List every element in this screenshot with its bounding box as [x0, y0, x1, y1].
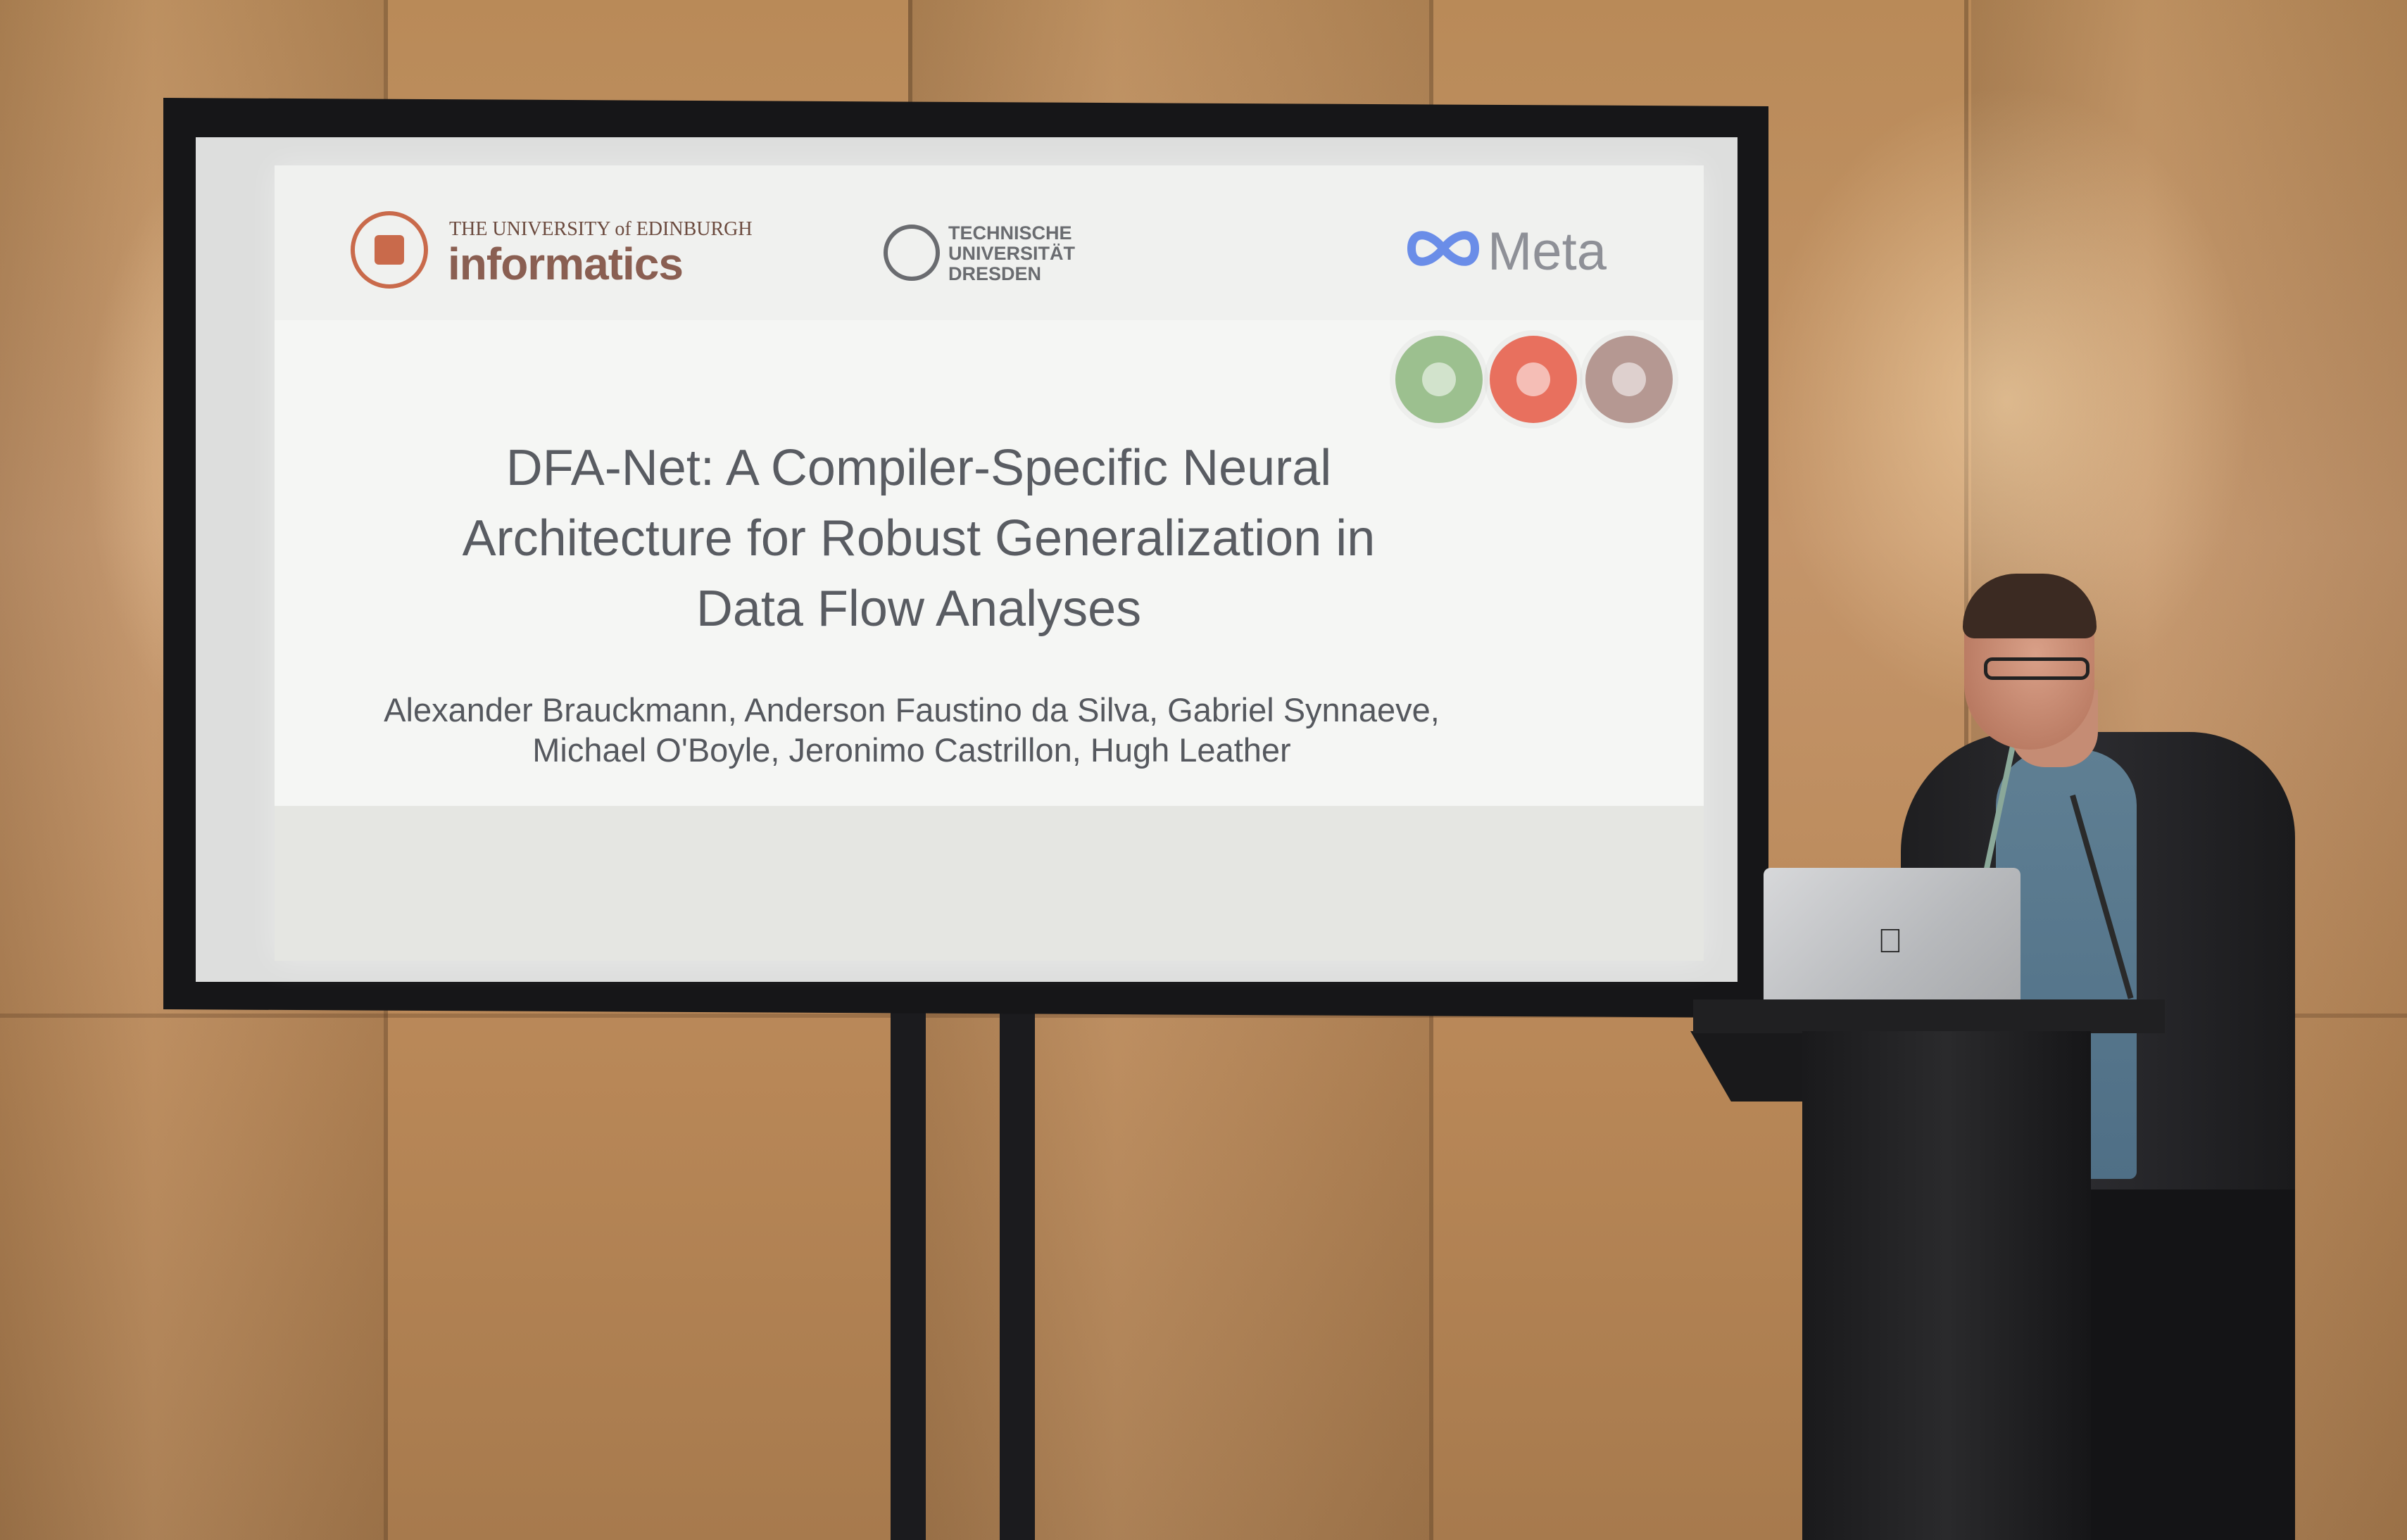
- apple-logo-icon: : [1874, 925, 1906, 959]
- screen-stand: [891, 999, 926, 1540]
- slide-title-line: Data Flow Analyses: [696, 581, 1142, 637]
- podium: [1802, 1031, 2091, 1540]
- artifact-badge-icon: [1395, 336, 1483, 423]
- slide-title: DFA-Net: A Compiler-Specific Neural Arch…: [359, 433, 1478, 644]
- presentation-slide: THE UNIVERSITY of EDINBURGH informatics …: [275, 165, 1704, 961]
- presenter-legs: [2063, 1189, 2295, 1540]
- artifact-badge-icon: [1585, 336, 1673, 423]
- edinburgh-crest-icon: [351, 211, 428, 289]
- slide-authors: Alexander Brauckmann, Anderson Faustino …: [303, 690, 1521, 770]
- slide-authors-line: Michael O'Boyle, Jeronimo Castrillon, Hu…: [532, 731, 1291, 769]
- meta-infinity-icon: [1407, 231, 1480, 266]
- tu-dresden-logo: TECHNISCHE UNIVERSITÄT DRESDEN: [884, 223, 1109, 286]
- tu-dresden-line: TECHNISCHE: [948, 222, 1072, 244]
- tu-dresden-line: DRESDEN: [948, 263, 1042, 284]
- slide-footer: [275, 806, 1704, 961]
- slide-authors-line: Alexander Brauckmann, Anderson Faustino …: [384, 691, 1440, 728]
- tu-dresden-text: TECHNISCHE UNIVERSITÄT DRESDEN: [948, 223, 1075, 284]
- tu-dresden-mark-icon: [884, 225, 940, 281]
- slide-title-line: Architecture for Robust Generalization i…: [462, 510, 1376, 567]
- screen-stand: [1000, 999, 1035, 1540]
- tu-dresden-line: UNIVERSITÄT: [948, 243, 1076, 264]
- podium-top: [1693, 999, 2165, 1033]
- slide-title-line: DFA-Net: A Compiler-Specific Neural: [505, 440, 1332, 496]
- edinburgh-informatics-logo: THE UNIVERSITY of EDINBURGH informatics: [351, 211, 753, 296]
- meta-logo: Meta: [1404, 211, 1658, 289]
- informatics-text: informatics: [448, 239, 684, 289]
- artifact-badge-icon: [1490, 336, 1577, 423]
- presenter-glasses: [1984, 657, 2089, 680]
- meta-text: Meta: [1488, 222, 1607, 282]
